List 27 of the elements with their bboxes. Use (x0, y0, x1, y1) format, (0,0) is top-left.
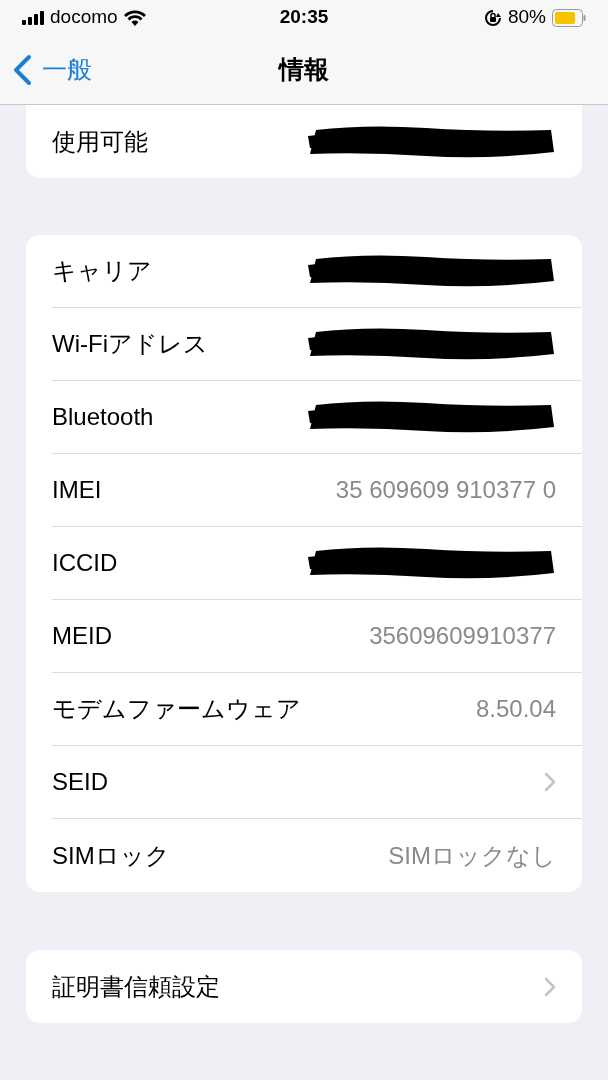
row-label: MEID (52, 621, 112, 651)
clock-time: 20:35 (278, 5, 330, 30)
chevron-right-icon (544, 772, 556, 792)
signal-icon (22, 10, 44, 25)
row-value: 35 609609 910377 0 (335, 475, 556, 505)
page-title: 情報 (279, 53, 329, 85)
back-button[interactable]: 一般 (12, 50, 92, 89)
row-label: SEID (52, 767, 108, 797)
row-value: SIMロックなし (388, 840, 556, 871)
row-label: 証明書信頼設定 (52, 971, 220, 1002)
row-label: 使用可能 (52, 126, 148, 157)
rotation-lock-icon (483, 8, 502, 27)
row-label: Wi-Fiアドレス (52, 329, 208, 359)
row-value: 35609609910377 (369, 621, 556, 651)
row-label: モデムファームウェア (52, 694, 301, 724)
row-label: キャリア (52, 256, 152, 286)
row-label: IMEI (52, 475, 102, 505)
row-label: SIMロック (52, 840, 170, 871)
row-label: ICCID (52, 548, 118, 578)
carrier-name: docomo (50, 5, 118, 30)
row-label: Bluetooth (52, 402, 154, 432)
row-value: 8.50.04 (475, 694, 556, 724)
battery-percent: 80% (507, 5, 546, 30)
wifi-icon (123, 9, 146, 26)
chevron-right-icon (544, 976, 556, 997)
battery-icon (552, 8, 586, 27)
back-chevron-icon (12, 53, 32, 86)
